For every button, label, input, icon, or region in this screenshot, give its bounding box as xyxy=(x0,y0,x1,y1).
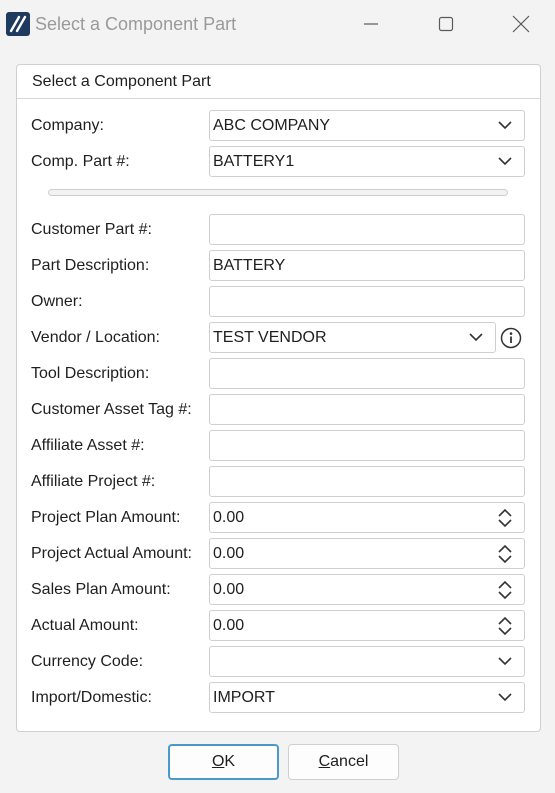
window-title: Select a Component Part xyxy=(35,14,237,34)
customer-asset-tag-label: Customer Asset Tag #: xyxy=(31,401,192,418)
minimize-button[interactable] xyxy=(348,0,394,48)
chevron-down-icon xyxy=(498,121,512,130)
sales-plan-amount-label: Sales Plan Amount: xyxy=(31,581,171,598)
chevron-down-icon xyxy=(498,657,512,666)
affiliate-project-row: Affiliate Project #: xyxy=(17,466,540,498)
sales-plan-amount-value: 0.00 xyxy=(213,581,245,598)
comp-part-value: BATTERY1 xyxy=(213,153,295,170)
part-description-label: Part Description: xyxy=(31,257,150,274)
customer-part-label: Customer Part #: xyxy=(31,221,152,238)
currency-code-row: Currency Code: xyxy=(17,646,540,678)
info-icon[interactable] xyxy=(500,327,522,349)
affiliate-asset-label: Affiliate Asset #: xyxy=(31,437,145,454)
project-actual-amount-row: Project Actual Amount: 0.00 xyxy=(17,538,540,570)
owner-row: Owner: xyxy=(17,286,540,318)
customer-asset-tag-input[interactable] xyxy=(209,394,525,425)
comp-part-row: Comp. Part #: BATTERY1 xyxy=(17,146,540,178)
title-bar: Select a Component Part xyxy=(0,0,555,48)
project-actual-amount-label: Project Actual Amount: xyxy=(31,545,192,562)
customer-asset-tag-row: Customer Asset Tag #: xyxy=(17,394,540,426)
vendor-location-select[interactable]: TEST VENDOR xyxy=(209,322,496,353)
section-divider xyxy=(48,189,508,196)
project-plan-amount-row: Project Plan Amount: 0.00 xyxy=(17,502,540,534)
spinner-arrows-icon[interactable] xyxy=(498,509,512,527)
customer-part-input[interactable] xyxy=(209,214,525,245)
project-plan-amount-spinner[interactable]: 0.00 xyxy=(209,502,525,533)
ok-mnemonic: O xyxy=(211,753,225,770)
tool-description-label: Tool Description: xyxy=(31,365,150,382)
customer-part-row: Customer Part #: xyxy=(17,214,540,246)
import-domestic-select[interactable]: IMPORT xyxy=(209,682,525,713)
comp-part-label: Comp. Part #: xyxy=(31,153,130,170)
part-description-row: Part Description: BATTERY xyxy=(17,250,540,282)
spinner-arrows-icon[interactable] xyxy=(498,545,512,563)
maximize-button[interactable] xyxy=(423,0,469,48)
project-actual-amount-value: 0.00 xyxy=(213,545,245,562)
project-actual-amount-spinner[interactable]: 0.00 xyxy=(209,538,525,569)
project-plan-amount-label: Project Plan Amount: xyxy=(31,509,181,526)
ok-button[interactable]: OK xyxy=(168,744,279,780)
minimize-icon xyxy=(364,23,378,25)
cancel-mnemonic: C xyxy=(318,753,331,770)
currency-code-select[interactable] xyxy=(209,646,525,677)
vendor-location-row: Vendor / Location: TEST VENDOR xyxy=(17,322,540,354)
owner-label: Owner: xyxy=(31,293,83,310)
chevron-down-icon xyxy=(498,157,512,166)
affiliate-asset-row: Affiliate Asset #: xyxy=(17,430,540,462)
part-description-input[interactable]: BATTERY xyxy=(209,250,525,281)
import-domestic-row: Import/Domestic: IMPORT xyxy=(17,682,540,714)
sales-plan-amount-spinner[interactable]: 0.00 xyxy=(209,574,525,605)
actual-amount-value: 0.00 xyxy=(213,617,245,634)
affiliate-project-label: Affiliate Project #: xyxy=(31,473,156,490)
ok-label-rest: K xyxy=(224,753,236,770)
panel-header: Select a Component Part xyxy=(17,65,540,99)
component-part-panel: Select a Component Part Company: ABC COM… xyxy=(16,64,541,732)
company-row: Company: ABC COMPANY xyxy=(17,110,540,142)
maximize-icon xyxy=(438,16,454,32)
company-value: ABC COMPANY xyxy=(213,117,331,134)
chevron-down-icon xyxy=(498,693,512,702)
affiliate-asset-input[interactable] xyxy=(209,430,525,461)
cancel-label-rest: ancel xyxy=(330,753,369,770)
cancel-button[interactable]: Cancel xyxy=(288,744,399,780)
vendor-location-value: TEST VENDOR xyxy=(213,329,327,346)
vendor-location-label: Vendor / Location: xyxy=(31,329,160,346)
tool-description-input[interactable] xyxy=(209,358,525,389)
affiliate-project-input[interactable] xyxy=(209,466,525,497)
comp-part-select[interactable]: BATTERY1 xyxy=(209,146,525,177)
actual-amount-label: Actual Amount: xyxy=(31,617,139,634)
tool-description-row: Tool Description: xyxy=(17,358,540,390)
sales-plan-amount-row: Sales Plan Amount: 0.00 xyxy=(17,574,540,606)
app-logo-icon xyxy=(6,12,30,36)
project-plan-amount-value: 0.00 xyxy=(213,509,245,526)
spinner-arrows-icon[interactable] xyxy=(498,617,512,635)
owner-input[interactable] xyxy=(209,286,525,317)
chevron-down-icon xyxy=(469,333,483,342)
company-label: Company: xyxy=(31,117,104,134)
import-domestic-value: IMPORT xyxy=(213,689,275,706)
close-button[interactable] xyxy=(498,0,544,48)
close-icon xyxy=(512,15,530,33)
actual-amount-spinner[interactable]: 0.00 xyxy=(209,610,525,641)
actual-amount-row: Actual Amount: 0.00 xyxy=(17,610,540,642)
import-domestic-label: Import/Domestic: xyxy=(31,689,152,706)
spinner-arrows-icon[interactable] xyxy=(498,581,512,599)
currency-code-label: Currency Code: xyxy=(31,653,144,670)
company-select[interactable]: ABC COMPANY xyxy=(209,110,525,141)
